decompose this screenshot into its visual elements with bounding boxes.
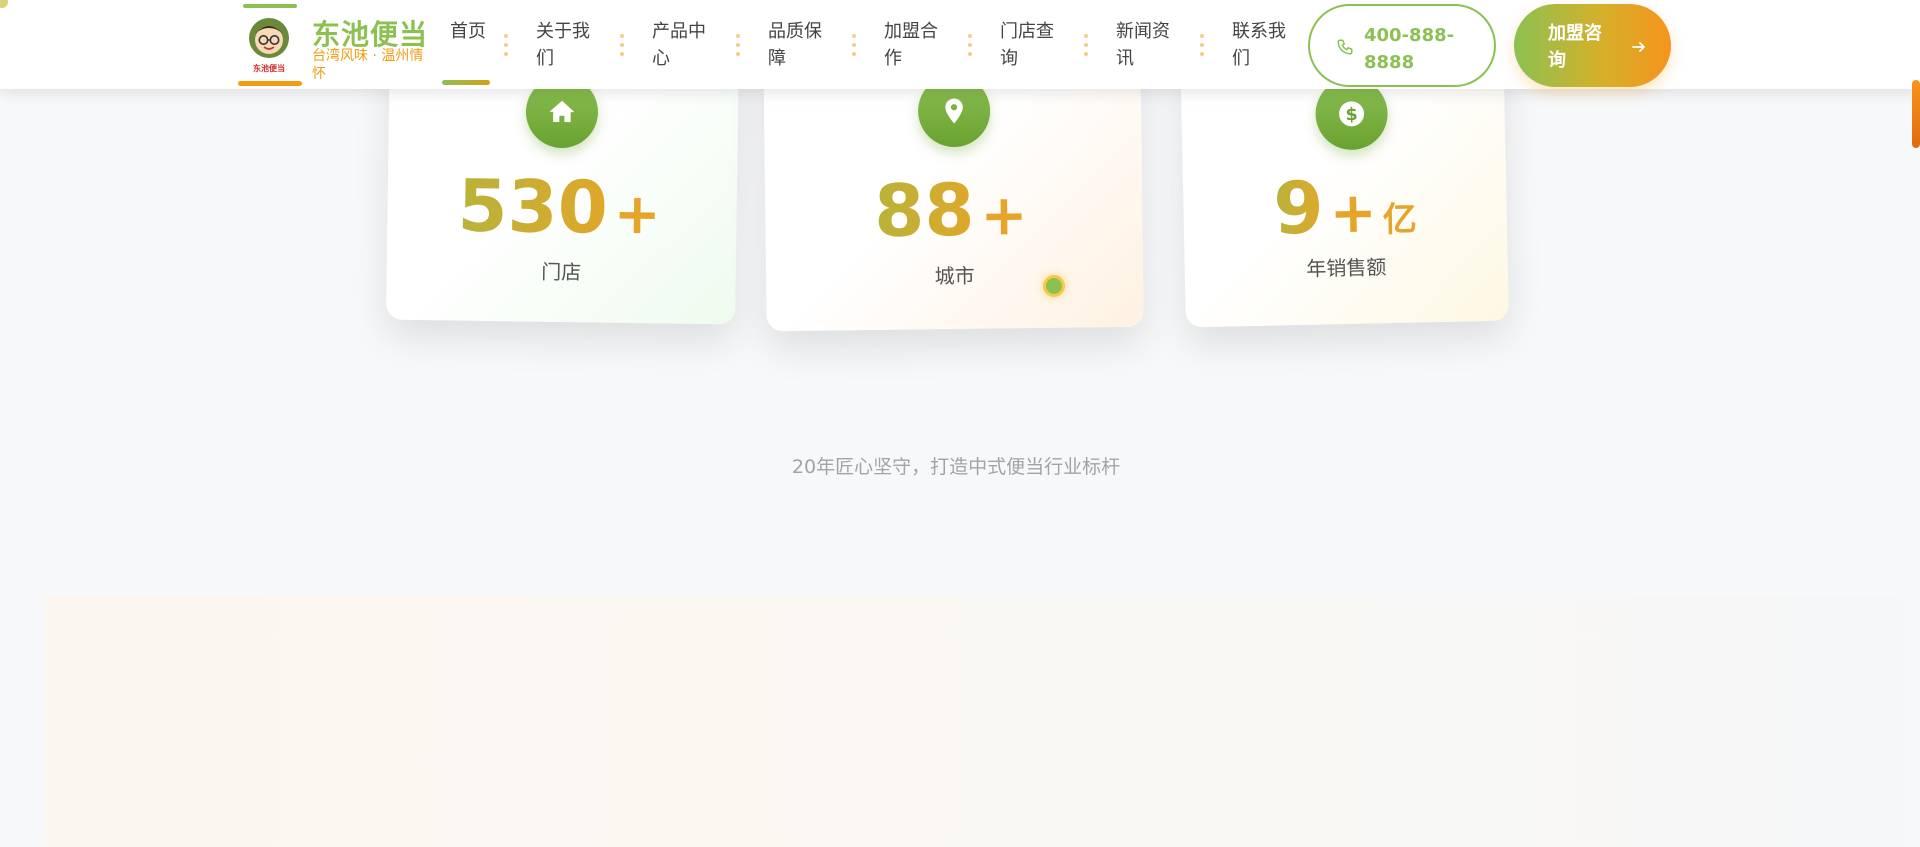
nav-separator [1084, 34, 1088, 58]
logo-underline [238, 81, 302, 86]
nav-separator [736, 34, 740, 58]
nav-item-franchise[interactable]: 加盟合作 [884, 18, 946, 72]
nav-item-products[interactable]: 产品中心 [652, 18, 714, 72]
nav-item-about[interactable]: 关于我们 [536, 18, 598, 72]
phone-button[interactable]: 400-888-8888 [1308, 4, 1496, 87]
site-header: 东池便当 东池便当 台湾风味 · 温州情怀 首页 关于我们 产品中心 品质保障 … [0, 0, 1920, 89]
stat-label: 门店 [541, 259, 582, 285]
nav-item-quality[interactable]: 品质保障 [768, 18, 830, 72]
phone-icon [1337, 39, 1353, 55]
franchise-consult-button[interactable]: 加盟咨询 [1514, 4, 1671, 87]
franchise-consult-label: 加盟咨询 [1548, 23, 1602, 71]
stat-label: 城市 [934, 263, 975, 289]
nav-separator [968, 34, 972, 58]
nav-separator [620, 34, 624, 58]
nav-separator [852, 34, 856, 58]
arrow-right-icon [1632, 42, 1645, 52]
nav-item-contact[interactable]: 联系我们 [1232, 18, 1294, 72]
stat-value: 530+ [456, 163, 662, 250]
section-tagline: 20年匠心坚守，打造中式便当行业标杆 [791, 456, 1121, 478]
phone-number: 400-888-8888 [1364, 25, 1455, 73]
nav-separator [1200, 34, 1204, 58]
site-logo[interactable]: 东池便当 东池便当 台湾风味 · 温州情怀 [238, 4, 428, 86]
stat-label: 年销售额 [1306, 255, 1387, 281]
logo-accent-bar [243, 4, 297, 8]
logo-mascot-icon: 东池便当 [249, 18, 289, 73]
content-panel [45, 596, 1905, 847]
nav-item-stores[interactable]: 门店查询 [1000, 18, 1062, 72]
nav-item-home[interactable]: 首页 [442, 18, 490, 85]
scrollbar-thumb[interactable] [1912, 80, 1920, 148]
stat-value: 88+ [873, 167, 1028, 253]
nav-item-news[interactable]: 新闻资讯 [1116, 18, 1178, 72]
cursor-indicator [1043, 275, 1065, 297]
nav-separator [504, 34, 508, 58]
stat-value: 9+ 亿 [1272, 165, 1418, 251]
logo-subtitle: 台湾风味 · 温州情怀 [312, 48, 424, 82]
logo-badge-text: 东池便当 [253, 63, 285, 73]
svg-text:$: $ [1345, 105, 1358, 125]
